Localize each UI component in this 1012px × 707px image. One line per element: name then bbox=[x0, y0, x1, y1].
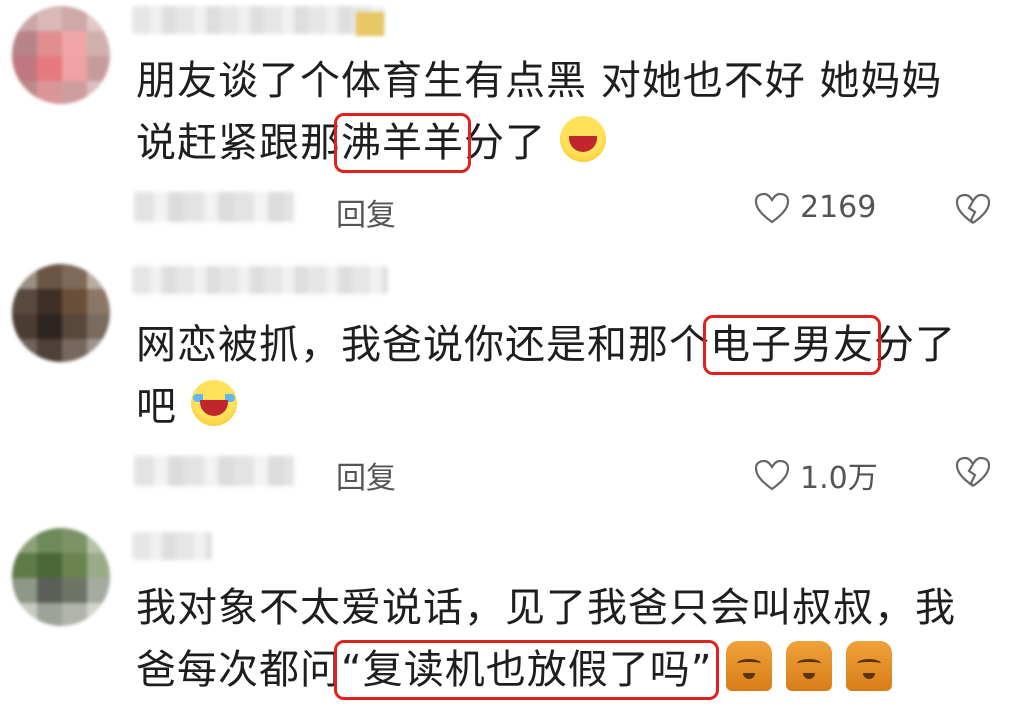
highlighted-phrase: 电子男友 bbox=[703, 315, 881, 375]
crying-laughing-emoji bbox=[190, 380, 237, 426]
username-blurred[interactable] bbox=[132, 266, 388, 294]
heart-icon[interactable] bbox=[754, 192, 790, 224]
like-count: 2169 bbox=[800, 190, 877, 225]
comment-text: 网恋被抓，我爸说你还是和那个电子男友分了吧 bbox=[136, 315, 956, 430]
laughing-emoji bbox=[559, 116, 606, 162]
timestamp-blurred bbox=[134, 456, 294, 486]
dislike-broken-heart-icon[interactable] bbox=[955, 456, 991, 488]
like-button[interactable]: 2169 bbox=[754, 190, 876, 225]
heart-icon[interactable] bbox=[754, 459, 790, 491]
highlighted-phrase: “复读机也放假了吗” bbox=[333, 640, 720, 700]
comment-text: 我对象不太爱说话，见了我爸只会叫叔叔，我爸每次都问“复读机也放假了吗” bbox=[136, 585, 956, 700]
timestamp-blurred bbox=[134, 192, 294, 222]
reply-button[interactable]: 回复 bbox=[336, 190, 396, 234]
username-blurred[interactable] bbox=[132, 532, 212, 560]
cat-emoji bbox=[786, 641, 833, 691]
avatar[interactable] bbox=[12, 6, 110, 104]
cat-emoji bbox=[726, 641, 773, 691]
reply-button[interactable]: 回复 bbox=[336, 453, 396, 497]
avatar[interactable] bbox=[12, 264, 110, 362]
avatar[interactable] bbox=[12, 528, 110, 626]
comment-text: 朋友谈了个体育生有点黑 对她也不好 她妈妈说赶紧跟那沸羊羊分了 bbox=[136, 58, 943, 173]
username-blurred[interactable] bbox=[132, 6, 384, 34]
user-badge bbox=[356, 12, 384, 36]
like-button[interactable]: 1.0万 bbox=[754, 453, 878, 497]
dislike-broken-heart-icon[interactable] bbox=[955, 193, 991, 225]
highlighted-phrase: 沸羊羊 bbox=[334, 113, 471, 173]
like-count: 1.0万 bbox=[800, 461, 878, 496]
cat-emoji bbox=[846, 641, 893, 691]
